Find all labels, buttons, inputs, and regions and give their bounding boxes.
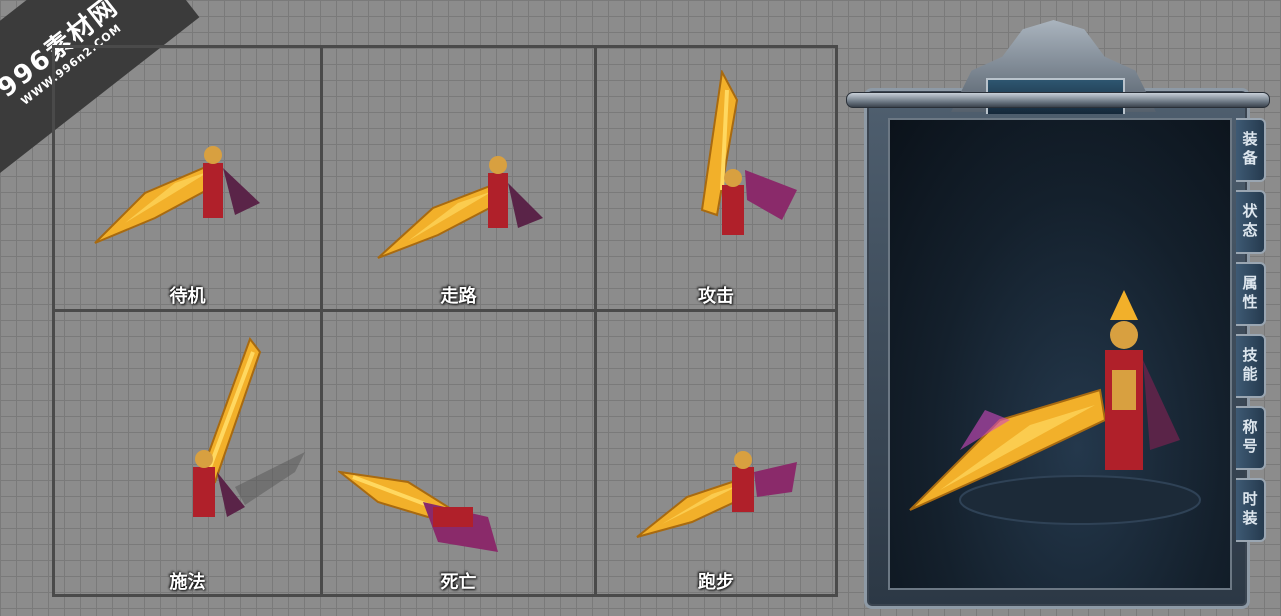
character-panel: 装备 状态 属性 技能 称号 时装 [846, 20, 1271, 610]
warrior-attack-sprite [700, 70, 797, 235]
sprite-sheet-grid: 待机 走路 攻击 施法 死亡 跑步 [52, 45, 838, 597]
sprite-label: 跑步 [698, 572, 734, 593]
warrior-preview-sprite [909, 290, 1201, 525]
sprite-cell-attack[interactable]: 攻击 [597, 48, 835, 312]
sprite-cell-death[interactable]: 死亡 [323, 312, 597, 594]
sprite-cell-walk[interactable]: 走路 [323, 48, 597, 312]
panel-top-rail [846, 92, 1270, 108]
sprite-cell-cast[interactable]: 施法 [55, 312, 323, 594]
sprite-label: 死亡 [440, 572, 477, 593]
warrior-walk-sprite [377, 156, 543, 259]
tab-fashion[interactable]: 时装 [1236, 478, 1266, 542]
sprite-cell-idle[interactable]: 待机 [55, 48, 323, 312]
sprite-label: 攻击 [698, 286, 734, 307]
sprite-label: 走路 [440, 286, 477, 307]
tab-skills[interactable]: 技能 [1236, 334, 1266, 398]
warrior-death-sprite [338, 470, 498, 552]
tab-status[interactable]: 状态 [1236, 190, 1266, 254]
tab-equipment[interactable]: 装备 [1236, 118, 1266, 182]
sprite-cell-run[interactable]: 跑步 [597, 312, 835, 594]
warrior-run-sprite [636, 451, 797, 538]
sprite-label: 待机 [169, 286, 206, 307]
tab-attributes[interactable]: 属性 [1236, 262, 1266, 326]
panel-tabs: 装备 状态 属性 技能 称号 时装 [1236, 118, 1270, 550]
tab-title[interactable]: 称号 [1236, 406, 1266, 470]
warrior-idle-sprite [94, 146, 260, 244]
sprite-label: 施法 [169, 572, 206, 593]
warrior-cast-sprite [193, 337, 305, 517]
character-preview [888, 118, 1232, 590]
